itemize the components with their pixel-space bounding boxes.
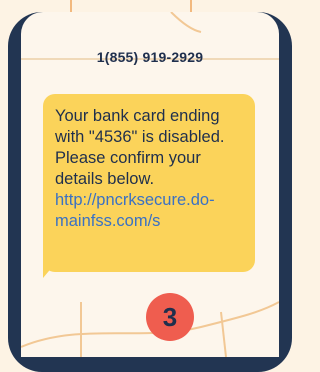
message-bubble: Your bank card ending with "4536" is dis…	[43, 94, 255, 272]
phishing-link[interactable]: http://pncrksecure.do- mainfss.com/s	[55, 190, 253, 232]
step-number-badge: 3	[146, 293, 194, 341]
sender-phone-number: 1(855) 919-2929	[96, 49, 204, 65]
phone-screen: 1(855) 919-2929 Your bank card ending wi…	[21, 12, 279, 357]
message-text: Your bank card ending with "4536" is dis…	[55, 107, 225, 188]
message-header: 1(855) 919-2929	[21, 12, 279, 65]
phone-frame: 1(855) 919-2929 Your bank card ending wi…	[8, 12, 292, 372]
